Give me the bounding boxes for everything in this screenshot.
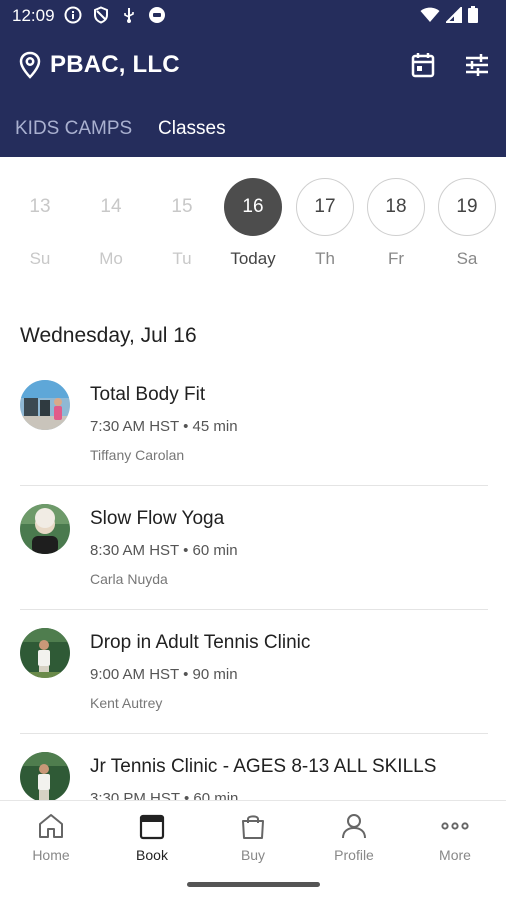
instructor-name: Carla Nuyda [90,571,168,587]
day-label: Mo [99,249,123,268]
class-duration: • 60 min [183,790,239,800]
divider [20,609,488,610]
instructor-avatar [20,380,70,430]
location-pin-icon [19,51,41,79]
class-time: 3:30 PM HST • 60 min [90,790,238,800]
instructor-name: Tiffany Carolan [90,447,185,463]
tab-kids-camps[interactable]: KIDS CAMPS [15,118,132,140]
nav-buy[interactable]: Buy [213,811,293,863]
nav-home[interactable]: Home [11,811,91,863]
date-strip: 13 Su 14 Mo 15 Tu 16 Today 17 Th 18 Fr 1… [0,178,506,278]
day-label: Today [230,249,276,268]
signal-icon [446,6,462,23]
class-duration: • 60 min [183,542,238,559]
filter-button[interactable] [462,50,492,80]
class-title: Slow Flow Yoga [90,508,225,529]
nav-book[interactable]: Book [112,811,192,863]
date-item-17[interactable]: 17 Th [294,178,356,269]
date-number: 14 [100,196,122,217]
shield-icon [92,6,110,24]
nav-profile[interactable]: Profile [314,811,394,863]
home-icon [39,814,63,838]
divider [20,733,488,734]
class-duration: • 90 min [183,666,238,683]
instructor-avatar [20,752,70,800]
class-list: Total Body Fit 7:30 AM HST • 45 min Tiff… [0,370,506,800]
category-tabs: KIDS CAMPS Classes [0,110,506,150]
class-list-item[interactable]: Jr Tennis Clinic - AGES 8-13 ALL SKILLS … [0,742,506,800]
class-time: 8:30 AM HST • 60 min [90,542,238,559]
shopping-bag-icon [242,815,264,839]
schedule-date-heading: Wednesday, Jul 16 [20,324,197,347]
nav-label: Profile [334,847,374,863]
class-title: Total Body Fit [90,384,206,405]
home-indicator[interactable] [187,882,320,887]
app-header: 12:09 PBAC, LLC KIDS CAMPS Classes [0,0,506,157]
date-number: 18 [367,178,425,236]
tab-classes[interactable]: Classes [158,118,226,140]
status-bar: 12:09 [0,0,506,32]
top-bar: PBAC, LLC [0,40,506,90]
sliders-icon [466,54,488,76]
nav-label: Home [32,847,70,863]
date-item-16-selected[interactable]: 16 Today [222,178,284,269]
divider [20,485,488,486]
date-item-18[interactable]: 18 Fr [365,178,427,269]
day-label: Th [315,249,335,268]
class-list-item[interactable]: Total Body Fit 7:30 AM HST • 45 min Tiff… [0,370,506,494]
date-number: 17 [296,178,354,236]
location-name[interactable]: PBAC, LLC [50,51,180,79]
class-start-time: 9:00 AM HST [90,666,179,683]
date-number: 13 [29,196,51,217]
class-start-time: 8:30 AM HST [90,542,179,559]
date-number: 19 [438,178,496,236]
day-label: Tu [172,249,192,268]
date-item-13[interactable]: 13 Su [9,178,71,269]
date-item-15[interactable]: 15 Tu [151,178,213,269]
class-start-time: 3:30 PM HST [90,790,180,800]
more-dots-icon [441,822,469,830]
class-time: 9:00 AM HST • 90 min [90,666,238,683]
class-duration: • 45 min [183,418,238,435]
nav-label: Buy [240,847,266,863]
battery-icon [468,6,478,23]
instructor-avatar [20,504,70,554]
class-start-time: 7:30 AM HST [90,418,179,435]
class-list-item[interactable]: Slow Flow Yoga 8:30 AM HST • 60 min Carl… [0,494,506,618]
date-item-19[interactable]: 19 Sa [436,178,498,269]
date-number: 15 [171,196,193,217]
instructor-name: Kent Autrey [90,695,163,711]
nav-label: More [439,847,471,863]
usb-icon [120,6,138,24]
class-time: 7:30 AM HST • 45 min [90,418,238,435]
person-icon [342,814,366,839]
calendar-icon [411,53,435,78]
wifi-icon [420,7,440,22]
instructor-avatar [20,628,70,678]
status-notification-icons [64,6,166,24]
info-icon [64,6,82,24]
day-label: Sa [456,249,478,268]
date-item-14[interactable]: 14 Mo [80,178,142,269]
status-system-icons [420,6,478,23]
nav-more[interactable]: More [415,811,495,863]
class-title: Drop in Adult Tennis Clinic [90,632,311,653]
day-label: Su [29,249,51,268]
date-number: 16 [224,178,282,236]
calendar-icon [139,814,165,840]
class-title: Jr Tennis Clinic - AGES 8-13 ALL SKILLS [90,756,437,777]
calendar-button[interactable] [408,50,438,80]
app-notification-icon [148,6,166,24]
class-list-item[interactable]: Drop in Adult Tennis Clinic 9:00 AM HST … [0,618,506,742]
day-label: Fr [387,249,405,268]
status-time: 12:09 [12,6,55,25]
nav-label: Book [136,847,168,863]
